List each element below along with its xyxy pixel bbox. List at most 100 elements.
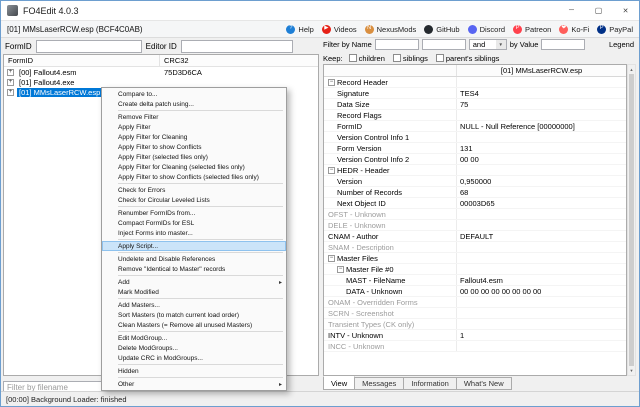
field-value: 75: [457, 99, 626, 109]
formid-input[interactable]: [36, 40, 142, 53]
nav-link[interactable]: GitHub: [424, 25, 459, 34]
vertical-scrollbar[interactable]: [627, 64, 636, 376]
minimize-button[interactable]: [558, 1, 585, 20]
menu-item[interactable]: Inject Forms into master...: [102, 228, 286, 238]
menu-item[interactable]: Apply Filter (selected files only): [102, 152, 286, 162]
record-row[interactable]: SCRN - Screenshot: [324, 308, 626, 319]
menu-item[interactable]: Renumber FormIDs from...: [102, 208, 286, 218]
menu-item[interactable]: Sort Masters (to match current load orde…: [102, 310, 286, 320]
record-row[interactable]: Master File #0: [324, 264, 626, 275]
record-row[interactable]: OFST - Unknown: [324, 209, 626, 220]
nav-link[interactable]: ❤ Ko-Fi: [559, 25, 589, 34]
nav-link[interactable]: ▶ Videos: [322, 25, 357, 34]
collapse-expander-icon[interactable]: [328, 79, 335, 86]
menu-item[interactable]: Compact FormIDs for ESL: [102, 218, 286, 228]
menu-item[interactable]: Remove "Identical to Master" records: [102, 264, 286, 274]
scroll-down-icon[interactable]: [628, 366, 635, 375]
tree-column-formid[interactable]: FormID: [4, 55, 160, 66]
filter-value-input[interactable]: [541, 39, 585, 50]
collapse-expander-icon[interactable]: [328, 167, 335, 174]
menu-item[interactable]: Compare to...: [102, 89, 286, 99]
menu-item[interactable]: Update CRC in ModGroups...: [102, 353, 286, 363]
scroll-up-icon[interactable]: [628, 65, 635, 74]
menu-item-label: Apply Filter for Cleaning: [118, 134, 187, 141]
record-row[interactable]: Version Control Info 1: [324, 132, 626, 143]
record-row[interactable]: DATA - Unknown 00 00 00 00 00 00 00 00: [324, 286, 626, 297]
record-row[interactable]: MAST - FileName Fallout4.esm: [324, 275, 626, 286]
record-row[interactable]: Data Size 75: [324, 99, 626, 110]
menu-item[interactable]: Check for Circular Leveled Lists: [102, 195, 286, 205]
menu-item[interactable]: Apply Filter to show Conflicts (selected…: [102, 172, 286, 182]
plus-expander-icon[interactable]: [7, 89, 14, 96]
record-row[interactable]: ONAM - Overridden Forms: [324, 297, 626, 308]
menu-item[interactable]: Apply Filter for Cleaning: [102, 132, 286, 142]
record-row[interactable]: Form Version 131: [324, 143, 626, 154]
nav-link[interactable]: ? Help: [286, 25, 313, 34]
record-row[interactable]: Transient Types (CK only): [324, 319, 626, 330]
record-row[interactable]: Number of Records 68: [324, 187, 626, 198]
tab[interactable]: Information: [403, 377, 457, 390]
menu-item[interactable]: Apply Filter to show Conflicts: [102, 142, 286, 152]
nav-link[interactable]: Discord: [468, 25, 505, 34]
checkbox-icon[interactable]: [393, 54, 401, 62]
menu-item[interactable]: Apply Script...: [102, 241, 286, 251]
menu-item[interactable]: Apply Filter: [102, 122, 286, 132]
menu-item[interactable]: Create delta patch using...: [102, 99, 286, 109]
menu-item[interactable]: Add: [102, 277, 286, 287]
record-row[interactable]: Next Object ID 00003D65: [324, 198, 626, 209]
menu-item[interactable]: Undelete and Disable References: [102, 254, 286, 264]
keep-option[interactable]: children: [349, 54, 385, 63]
menu-item[interactable]: Add Masters...: [102, 300, 286, 310]
filter-name-input-1[interactable]: [375, 39, 419, 50]
tree-row[interactable]: [00] Fallout4.esm 75D3D6CA: [4, 67, 318, 77]
keep-option[interactable]: parent's siblings: [436, 54, 500, 63]
tree-row[interactable]: [01] Fallout4.exe: [4, 77, 318, 87]
menu-item[interactable]: Edit ModGroup...: [102, 333, 286, 343]
tab[interactable]: Messages: [354, 377, 404, 390]
record-row[interactable]: Record Flags: [324, 110, 626, 121]
collapse-expander-icon[interactable]: [328, 255, 335, 262]
record-row[interactable]: INCC - Unknown: [324, 341, 626, 352]
record-row[interactable]: Version 0,950000: [324, 176, 626, 187]
menu-item[interactable]: Remove Filter: [102, 112, 286, 122]
editorid-input[interactable]: [181, 40, 293, 53]
record-row[interactable]: INTV - Unknown 1: [324, 330, 626, 341]
record-row[interactable]: CNAM - Author DEFAULT: [324, 231, 626, 242]
record-row[interactable]: FormID NULL - Null Reference [00000000]: [324, 121, 626, 132]
record-field-column-header[interactable]: [324, 65, 457, 76]
tab[interactable]: View: [323, 376, 355, 390]
menu-item[interactable]: Apply Filter for Cleaning (selected file…: [102, 162, 286, 172]
tree-column-crc32[interactable]: CRC32: [160, 56, 189, 65]
menu-item[interactable]: Mark Modified: [102, 287, 286, 297]
legend-button[interactable]: Legend: [609, 40, 636, 49]
record-row[interactable]: SNAM - Description: [324, 242, 626, 253]
filter-name-input-2[interactable]: [422, 39, 466, 50]
record-plugin-column-header[interactable]: [01] MMsLaserRCW.esp: [457, 66, 626, 75]
close-button[interactable]: [612, 1, 639, 20]
checkbox-icon[interactable]: [349, 54, 357, 62]
keep-option[interactable]: siblings: [393, 54, 428, 63]
menu-item[interactable]: Hidden: [102, 366, 286, 376]
plus-expander-icon[interactable]: [7, 69, 14, 76]
record-row[interactable]: Version Control Info 2 00 00: [324, 154, 626, 165]
nav-link[interactable]: P PayPal: [597, 25, 633, 34]
nav-link[interactable]: N NexusMods: [365, 25, 417, 34]
filter-operator-select[interactable]: and: [469, 39, 507, 50]
titlebar[interactable]: FO4Edit 4.0.3: [1, 1, 639, 21]
collapse-expander-icon[interactable]: [337, 266, 344, 273]
tab[interactable]: What's New: [456, 377, 512, 390]
menu-item[interactable]: Clean Masters (= Remove all unused Maste…: [102, 320, 286, 330]
menu-item[interactable]: Delete ModGroups...: [102, 343, 286, 353]
record-row[interactable]: HEDR - Header: [324, 165, 626, 176]
record-row[interactable]: Master Files: [324, 253, 626, 264]
nav-link[interactable]: P Patreon: [513, 25, 551, 34]
checkbox-icon[interactable]: [436, 54, 444, 62]
menu-item[interactable]: Check for Errors: [102, 185, 286, 195]
plus-expander-icon[interactable]: [7, 79, 14, 86]
record-row[interactable]: Signature TES4: [324, 88, 626, 99]
menu-item[interactable]: Other: [102, 379, 286, 389]
maximize-button[interactable]: [585, 1, 612, 20]
scrollbar-thumb[interactable]: [629, 74, 634, 366]
record-row[interactable]: DELE - Unknown: [324, 220, 626, 231]
record-row[interactable]: Record Header: [324, 77, 626, 88]
